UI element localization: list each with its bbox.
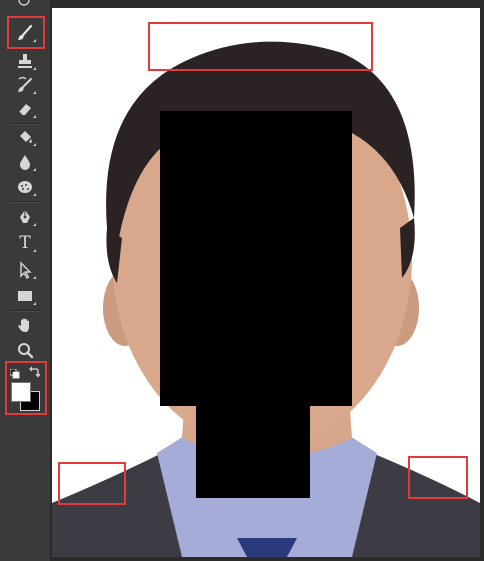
type-icon: T <box>19 233 31 253</box>
redaction-block-chin <box>196 403 310 498</box>
tool-separator <box>10 123 40 124</box>
zoom-tool[interactable] <box>8 338 42 362</box>
type-tool[interactable]: T <box>8 231 42 255</box>
pen-icon <box>16 208 34 226</box>
submenu-indicator <box>33 67 36 70</box>
document-window <box>50 0 484 561</box>
submenu-indicator <box>33 302 36 305</box>
arrow-icon <box>16 261 34 279</box>
photo-canvas[interactable] <box>52 8 480 557</box>
submenu-indicator <box>33 143 36 146</box>
history-brush-tool[interactable] <box>8 73 42 97</box>
eraser-icon <box>16 100 34 118</box>
tools-panel: T <box>0 0 51 561</box>
highlight-box-right-shoulder <box>408 456 468 499</box>
paint-bucket-icon <box>16 128 34 146</box>
clone-stamp-tool[interactable] <box>8 49 42 73</box>
stamp-icon <box>16 52 34 70</box>
submenu-indicator <box>33 249 36 252</box>
zoom-icon <box>16 341 34 359</box>
highlight-box-colors <box>5 361 47 415</box>
submenu-indicator <box>33 223 36 226</box>
path-selection-tool[interactable] <box>8 258 42 282</box>
rectangle-icon <box>16 287 34 305</box>
submenu-indicator <box>33 91 36 94</box>
submenu-indicator <box>33 115 36 118</box>
dodge-tool[interactable] <box>8 175 42 199</box>
history-brush-icon <box>16 76 34 94</box>
partial-tool-icon <box>16 0 32 6</box>
redaction-block-face <box>160 111 352 406</box>
dodge-icon <box>16 178 34 196</box>
tool-separator <box>10 310 40 311</box>
hand-icon <box>16 316 34 334</box>
pen-tool[interactable] <box>8 205 42 229</box>
paint-bucket-tool[interactable] <box>8 125 42 149</box>
submenu-indicator <box>33 193 36 196</box>
submenu-indicator <box>33 168 36 171</box>
submenu-indicator <box>33 276 36 279</box>
tool-separator <box>10 201 40 202</box>
hand-tool[interactable] <box>8 313 42 337</box>
eraser-tool[interactable] <box>8 97 42 121</box>
rectangle-tool[interactable] <box>8 284 42 308</box>
highlight-box-hair-top <box>148 22 373 71</box>
drop-icon <box>16 153 34 171</box>
blur-tool[interactable] <box>8 150 42 174</box>
highlight-box-left-shoulder <box>58 462 126 505</box>
highlight-box-brush <box>7 16 45 49</box>
